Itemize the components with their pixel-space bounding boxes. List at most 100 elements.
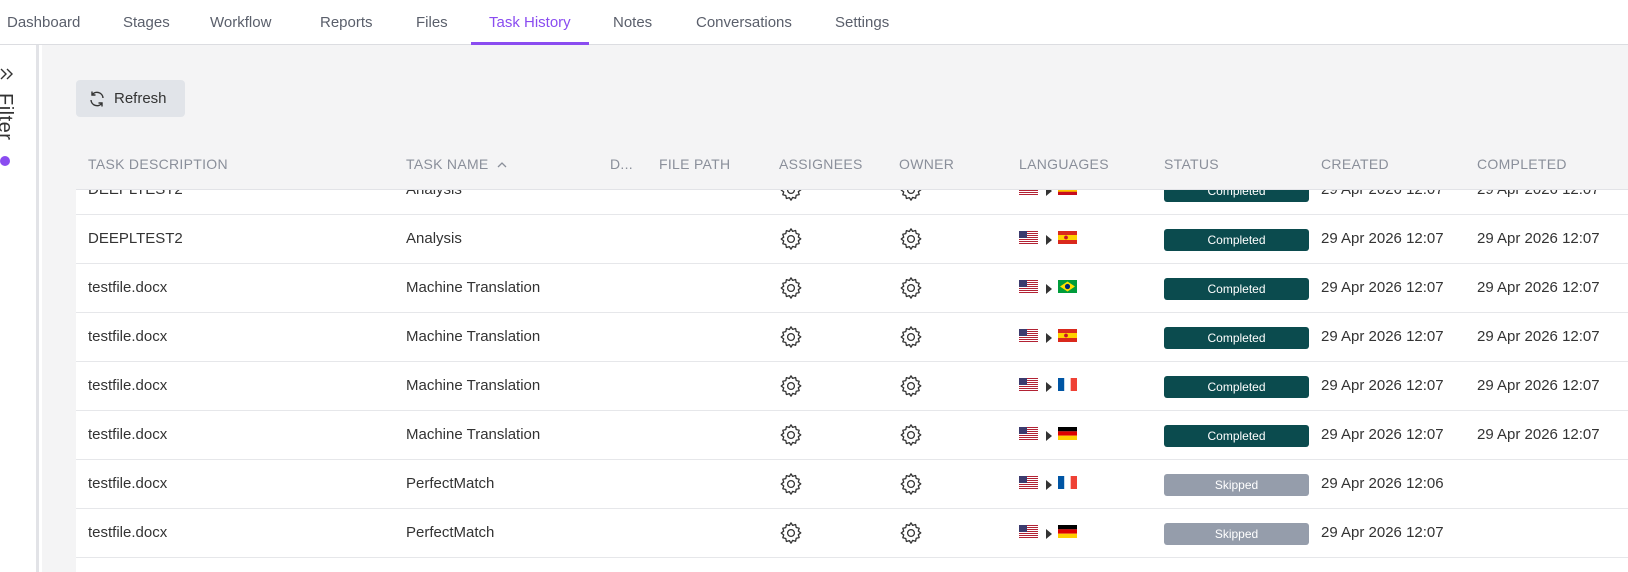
table-rows: DEEPLTEST2 Analysis Completed 29 Apr 2026 1… xyxy=(76,189,1628,558)
languages-cell xyxy=(1019,215,1077,264)
owner-gear-icon[interactable] xyxy=(899,521,923,545)
created-cell: 29 Apr 2026 12:07 xyxy=(1321,189,1444,198)
tab-workflow[interactable]: Workflow xyxy=(210,0,271,44)
source-language-flag-icon xyxy=(1019,216,1038,264)
tab-settings[interactable]: Settings xyxy=(835,0,889,44)
assignee-gear-icon[interactable] xyxy=(779,325,803,349)
task-description-cell: DEEPLTEST2 xyxy=(88,230,183,247)
owner-gear-icon[interactable] xyxy=(899,325,923,349)
table-row[interactable]: DEEPLTEST2 Analysis Completed 29 Apr 2026 1… xyxy=(76,189,1628,215)
refresh-button[interactable]: Refresh xyxy=(76,80,185,117)
task-history-panel: Refresh TASK DESCRIPTION TASK NAME D... … xyxy=(42,45,1628,572)
task-description-cell: testfile.docx xyxy=(88,524,168,541)
created-cell: 29 Apr 2026 12:07 xyxy=(1321,377,1444,394)
languages-cell xyxy=(1019,362,1077,411)
source-language-flag-icon xyxy=(1019,314,1038,362)
languages-cell xyxy=(1019,313,1077,362)
status-badge: Skipped xyxy=(1164,474,1309,496)
owner-gear-icon[interactable] xyxy=(899,374,923,398)
status-cell: Skipped xyxy=(1164,523,1309,545)
status-cell: Completed xyxy=(1164,229,1309,251)
column-header-status[interactable]: STATUS xyxy=(1164,145,1219,189)
filter-label[interactable]: Filter xyxy=(0,93,16,140)
tab-files[interactable]: Files xyxy=(416,0,448,44)
owner-gear-icon[interactable] xyxy=(899,472,923,496)
owner-gear-icon[interactable] xyxy=(899,276,923,300)
refresh-label: Refresh xyxy=(114,90,167,107)
filter-active-indicator xyxy=(0,156,10,166)
task-name-cell: Machine Translation xyxy=(406,377,541,394)
column-header-languages[interactable]: LANGUAGES xyxy=(1019,145,1109,189)
table-row[interactable]: testfile.docx Machine Translation Complete… xyxy=(76,411,1628,460)
table-row[interactable]: DEEPLTEST2 Analysis Completed 29 Apr 2026 1… xyxy=(76,215,1628,264)
created-cell: 29 Apr 2026 12:07 xyxy=(1321,426,1444,443)
filter-rail[interactable]: Filter xyxy=(0,45,39,572)
created-cell: 29 Apr 2026 12:07 xyxy=(1321,328,1444,345)
arrow-right-icon xyxy=(1046,479,1052,490)
column-header-assignees[interactable]: ASSIGNEES xyxy=(779,145,863,189)
table-row[interactable]: testfile.docx PerfectMatch Skipped 29 Apr 2… xyxy=(76,509,1628,558)
column-header-task-description[interactable]: TASK DESCRIPTION xyxy=(88,145,228,189)
status-cell: Completed xyxy=(1164,327,1309,349)
arrow-right-icon xyxy=(1046,190,1052,196)
assignee-gear-icon[interactable] xyxy=(779,276,803,300)
arrow-right-icon xyxy=(1046,332,1052,343)
tab-task-history[interactable]: Task History xyxy=(471,0,589,45)
completed-cell: 29 Apr 2026 12:07 xyxy=(1477,189,1600,198)
languages-cell xyxy=(1019,190,1077,215)
table-row[interactable]: testfile.docx Machine Translation Complete… xyxy=(76,313,1628,362)
task-name-cell: PerfectMatch xyxy=(406,524,495,541)
table-header: TASK DESCRIPTION TASK NAME D... FILE PAT… xyxy=(76,145,1628,189)
status-cell: Skipped xyxy=(1164,474,1309,496)
table-body[interactable]: DEEPLTEST2 Analysis Completed 29 Apr 2026 1… xyxy=(76,189,1628,572)
tab-dashboard[interactable]: Dashboard xyxy=(7,0,80,44)
top-tab-bar: Dashboard Stages Workflow Reports Files … xyxy=(0,0,1628,45)
status-cell: Completed xyxy=(1164,376,1309,398)
owner-gear-icon[interactable] xyxy=(899,227,923,251)
completed-cell: 29 Apr 2026 12:07 xyxy=(1477,328,1600,345)
tab-conversations[interactable]: Conversations xyxy=(696,0,792,44)
target-language-flag-icon xyxy=(1058,363,1077,411)
column-header-file-path[interactable]: FILE PATH xyxy=(659,145,730,189)
column-header-d[interactable]: D... xyxy=(610,145,633,189)
completed-cell: 29 Apr 2026 12:07 xyxy=(1477,230,1600,247)
assignee-gear-icon[interactable] xyxy=(779,521,803,545)
column-header-completed[interactable]: COMPLETED xyxy=(1477,145,1567,189)
status-badge: Completed xyxy=(1164,327,1309,349)
double-chevron-right-icon[interactable] xyxy=(0,67,14,81)
task-description-cell: testfile.docx xyxy=(88,279,168,296)
task-name-cell: Machine Translation xyxy=(406,426,541,443)
languages-cell xyxy=(1019,264,1077,313)
completed-cell: 29 Apr 2026 12:07 xyxy=(1477,377,1600,394)
target-language-flag-icon xyxy=(1058,412,1077,460)
assignee-gear-icon[interactable] xyxy=(779,190,803,202)
assignee-gear-icon[interactable] xyxy=(779,374,803,398)
assignee-gear-icon[interactable] xyxy=(779,227,803,251)
assignee-gear-icon[interactable] xyxy=(779,472,803,496)
task-name-cell: Analysis xyxy=(406,230,462,247)
completed-cell: 29 Apr 2026 12:07 xyxy=(1477,279,1600,296)
languages-cell xyxy=(1019,411,1077,460)
task-description-cell: testfile.docx xyxy=(88,426,168,443)
assignee-gear-icon[interactable] xyxy=(779,423,803,447)
source-language-flag-icon xyxy=(1019,461,1038,509)
target-language-flag-icon xyxy=(1058,510,1077,558)
target-language-flag-icon xyxy=(1058,216,1077,264)
source-language-flag-icon xyxy=(1019,190,1038,215)
owner-gear-icon[interactable] xyxy=(899,423,923,447)
table-row[interactable]: testfile.docx Machine Translation Complete… xyxy=(76,264,1628,313)
target-language-flag-icon xyxy=(1058,190,1077,215)
tab-stages[interactable]: Stages xyxy=(123,0,170,44)
created-cell: 29 Apr 2026 12:06 xyxy=(1321,475,1444,492)
column-header-owner[interactable]: OWNER xyxy=(899,145,954,189)
column-header-task-name[interactable]: TASK NAME xyxy=(406,145,507,189)
column-header-created[interactable]: CREATED xyxy=(1321,145,1389,189)
task-name-cell: PerfectMatch xyxy=(406,475,495,492)
table-row[interactable]: testfile.docx PerfectMatch Skipped 29 Apr 2… xyxy=(76,460,1628,509)
task-name-cell: Machine Translation xyxy=(406,279,541,296)
task-name-cell: Machine Translation xyxy=(406,328,541,345)
table-row[interactable]: testfile.docx Machine Translation Complete… xyxy=(76,362,1628,411)
tab-reports[interactable]: Reports xyxy=(320,0,373,44)
owner-gear-icon[interactable] xyxy=(899,190,923,202)
tab-notes[interactable]: Notes xyxy=(613,0,652,44)
